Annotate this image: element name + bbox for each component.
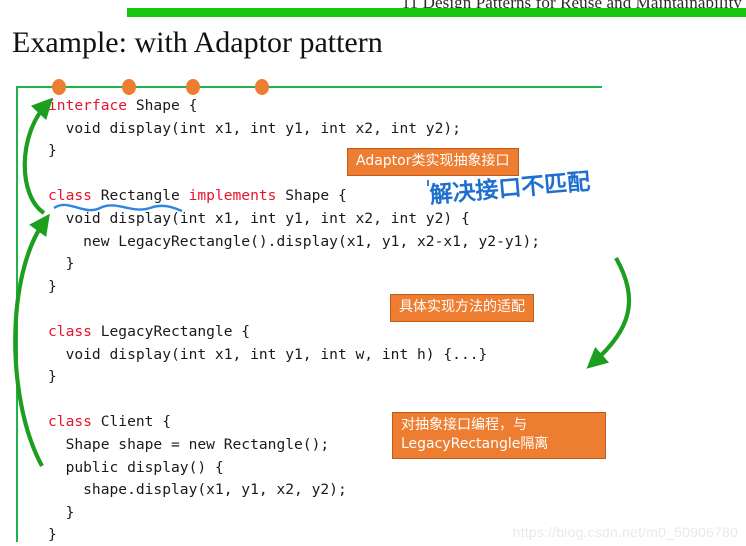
code-keyword-class-client: class xyxy=(48,413,92,431)
header-green-bar xyxy=(127,8,746,17)
code-keyword-implements: implements xyxy=(188,187,277,205)
callout-adaptor-implements-interface: Adaptor类实现抽象接口 xyxy=(347,148,519,176)
page-title: Example: with Adaptor pattern xyxy=(12,26,383,59)
watermark: https://blog.csdn.net/m0_50906780 xyxy=(512,524,738,540)
slide-canvas: 11 Design Patterns for Reuse and Maintai… xyxy=(0,0,746,546)
code-keyword-class-rectangle: class xyxy=(48,187,92,205)
callout-program-to-interface: 对抽象接口编程，与 LegacyRectangle隔离 xyxy=(392,412,606,459)
code-keyword-interface: interface xyxy=(48,97,128,114)
callout-method-adaptation: 具体实现方法的适配 xyxy=(390,294,534,322)
code-keyword-class-legacyrectangle: class xyxy=(48,322,92,340)
